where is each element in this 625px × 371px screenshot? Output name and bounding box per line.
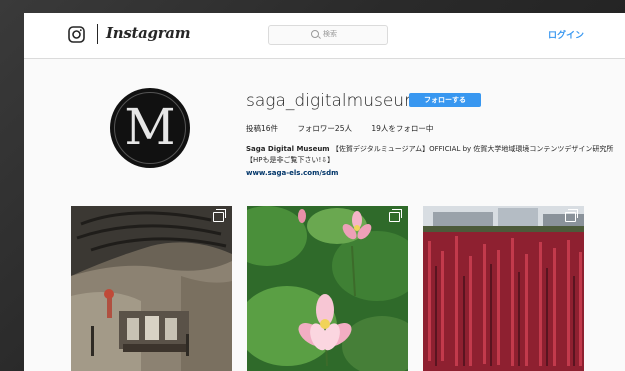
post-thumbnail-red-flowers[interactable]	[423, 206, 584, 371]
logo-divider	[97, 24, 98, 44]
bio-name: Saga Digital Museum	[246, 145, 330, 153]
profile-stats: 投稿16件 フォロワー25人 19人をフォロー中	[246, 123, 450, 134]
cave-shrine-photo	[71, 206, 232, 371]
login-link[interactable]: ログイン	[548, 28, 584, 41]
search-icon	[311, 30, 319, 38]
profile-avatar[interactable]: M	[110, 88, 190, 168]
search-placeholder: 検索	[323, 30, 337, 38]
top-navigation-bar: Instagram 検索 ログイン	[24, 13, 625, 59]
red-flower-field-photo	[423, 206, 584, 371]
profile-website-link[interactable]: www.saga-els.com/sdm	[246, 169, 338, 177]
post-thumbnail-lotus[interactable]	[247, 206, 408, 371]
post-thumbnail-cave-shrine[interactable]	[71, 206, 232, 371]
instagram-camera-icon[interactable]	[68, 26, 85, 43]
instagram-wordmark[interactable]: Instagram	[106, 24, 191, 42]
profile-bio: Saga Digital Museum 【佐賀デジタルミュージアム】OFFICI…	[246, 144, 616, 166]
followers-count[interactable]: フォロワー25人	[297, 124, 352, 133]
browser-viewport: Instagram 検索 ログイン M saga_digitalmuseum フ…	[24, 13, 625, 371]
lotus-flower-photo	[247, 206, 408, 371]
multiple-images-icon	[213, 209, 226, 222]
search-input[interactable]: 検索	[268, 25, 388, 45]
multiple-images-icon	[565, 209, 578, 222]
posts-count: 投稿16件	[246, 124, 279, 133]
multiple-images-icon	[389, 209, 402, 222]
follow-button[interactable]: フォローする	[409, 93, 481, 107]
following-count[interactable]: 19人をフォロー中	[371, 124, 433, 133]
avatar-letter: M	[124, 98, 176, 156]
profile-username: saga_digitalmuseum	[246, 91, 421, 111]
